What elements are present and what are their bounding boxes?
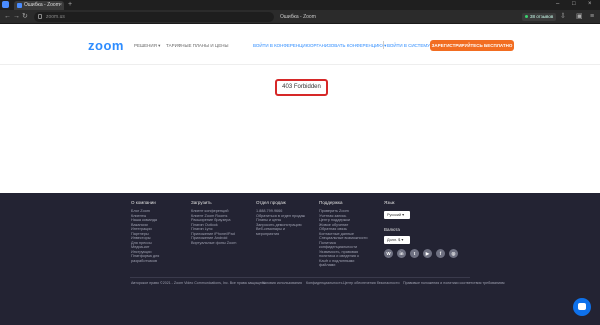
- menu-icon[interactable]: ≡: [590, 13, 594, 20]
- site-header: zoom РЕШЕНИЯ ▾ ТАРИФНЫЕ ПЛАНЫ И ЦЕНЫ ВОЙ…: [0, 25, 600, 65]
- tab-title: Ошибка - Zoom: [24, 2, 60, 8]
- trust-center-link[interactable]: Центр обеспечения безопасности: [343, 281, 399, 285]
- footer-link[interactable]: файлами: [319, 263, 335, 268]
- maximize-button[interactable]: □: [572, 1, 576, 7]
- address-bar-row: ← → ↻ zoom.us Ошибка - Zoom 38 отзывов ⇩…: [0, 10, 600, 24]
- browser-menu-icon[interactable]: [2, 1, 9, 8]
- linkedin-icon[interactable]: in: [397, 249, 406, 258]
- twitter-icon[interactable]: t: [410, 249, 419, 258]
- wordpress-icon[interactable]: W: [384, 249, 393, 258]
- screenshot-icon[interactable]: ▣: [576, 13, 583, 20]
- reload-button[interactable]: ↻: [22, 13, 28, 20]
- footer-col-title-download: Загрузить: [191, 200, 212, 205]
- zoom-logo[interactable]: zoom: [88, 38, 124, 53]
- lock-icon: [38, 14, 42, 19]
- nav-host-meeting[interactable]: ОРГАНИЗОВАТЬ КОНФЕРЕНЦИЮ ▾: [310, 43, 386, 49]
- browser-tab-bar: Ошибка - Zoom × + – □ ×: [0, 0, 600, 10]
- tab-close-icon[interactable]: ×: [59, 2, 62, 8]
- facebook-icon[interactable]: f: [436, 249, 445, 258]
- footer-divider: [130, 277, 470, 278]
- terms-link[interactable]: Условия использования: [262, 281, 302, 285]
- footer-col-title-about: О компании: [131, 200, 156, 205]
- nav-sign-in[interactable]: ВОЙТИ В СИСТЕМУ: [387, 43, 430, 48]
- back-button[interactable]: ←: [4, 13, 11, 20]
- chat-support-icon[interactable]: [573, 298, 591, 316]
- signup-button[interactable]: ЗАРЕГИСТРИРУЙТЕСЬ БЕСПЛАТНО: [430, 40, 514, 51]
- download-icon[interactable]: ⇩: [560, 13, 566, 20]
- nav-divider: [383, 41, 384, 49]
- footer-col-title-sales: Отдел продаж: [256, 200, 286, 205]
- page-title: Ошибка - Zoom: [280, 14, 316, 20]
- currency-select[interactable]: Долл. $ ▾: [384, 236, 410, 244]
- nav-join-meeting[interactable]: ВОЙТИ В КОНФЕРЕНЦИЮ: [253, 43, 310, 48]
- nav-pricing[interactable]: ТАРИФНЫЕ ПЛАНЫ И ЦЕНЫ: [166, 43, 228, 48]
- url-text: zoom.us: [46, 14, 65, 20]
- footer-link[interactable]: Виртуальные фоны Zoom: [191, 241, 236, 246]
- instagram-icon[interactable]: ◎: [449, 249, 458, 258]
- footer-link[interactable]: мероприятия: [256, 232, 279, 237]
- url-input[interactable]: zoom.us: [34, 12, 274, 22]
- copyright-text: Авторское право ©2021 - Zoom Video Commu…: [131, 281, 267, 285]
- privacy-link[interactable]: Конфиденциальность: [306, 281, 342, 285]
- new-tab-button[interactable]: +: [68, 1, 72, 8]
- extension-badge-label: 38 отзывов: [530, 14, 554, 19]
- error-message: 403 Forbidden: [275, 79, 328, 96]
- nav-solutions[interactable]: РЕШЕНИЯ ▾: [134, 43, 160, 49]
- language-select[interactable]: Русский ▾: [384, 211, 410, 219]
- footer-link[interactable]: разработчиков: [131, 259, 157, 264]
- extension-badge[interactable]: 38 отзывов: [522, 13, 557, 21]
- minimize-button[interactable]: –: [556, 1, 559, 7]
- footer-col-title-support: Поддержка: [319, 200, 343, 205]
- close-window-button[interactable]: ×: [588, 1, 592, 7]
- legal-policies-link[interactable]: Правовые положения и политики соответств…: [403, 281, 504, 285]
- currency-title: Валюта: [384, 227, 400, 232]
- language-title: Язык: [384, 200, 395, 205]
- zoom-favicon-icon: [17, 3, 22, 8]
- browser-tab[interactable]: Ошибка - Zoom ×: [14, 1, 64, 10]
- youtube-icon[interactable]: ▶: [423, 249, 432, 258]
- forward-button[interactable]: →: [13, 13, 20, 20]
- status-dot-icon: [525, 15, 528, 19]
